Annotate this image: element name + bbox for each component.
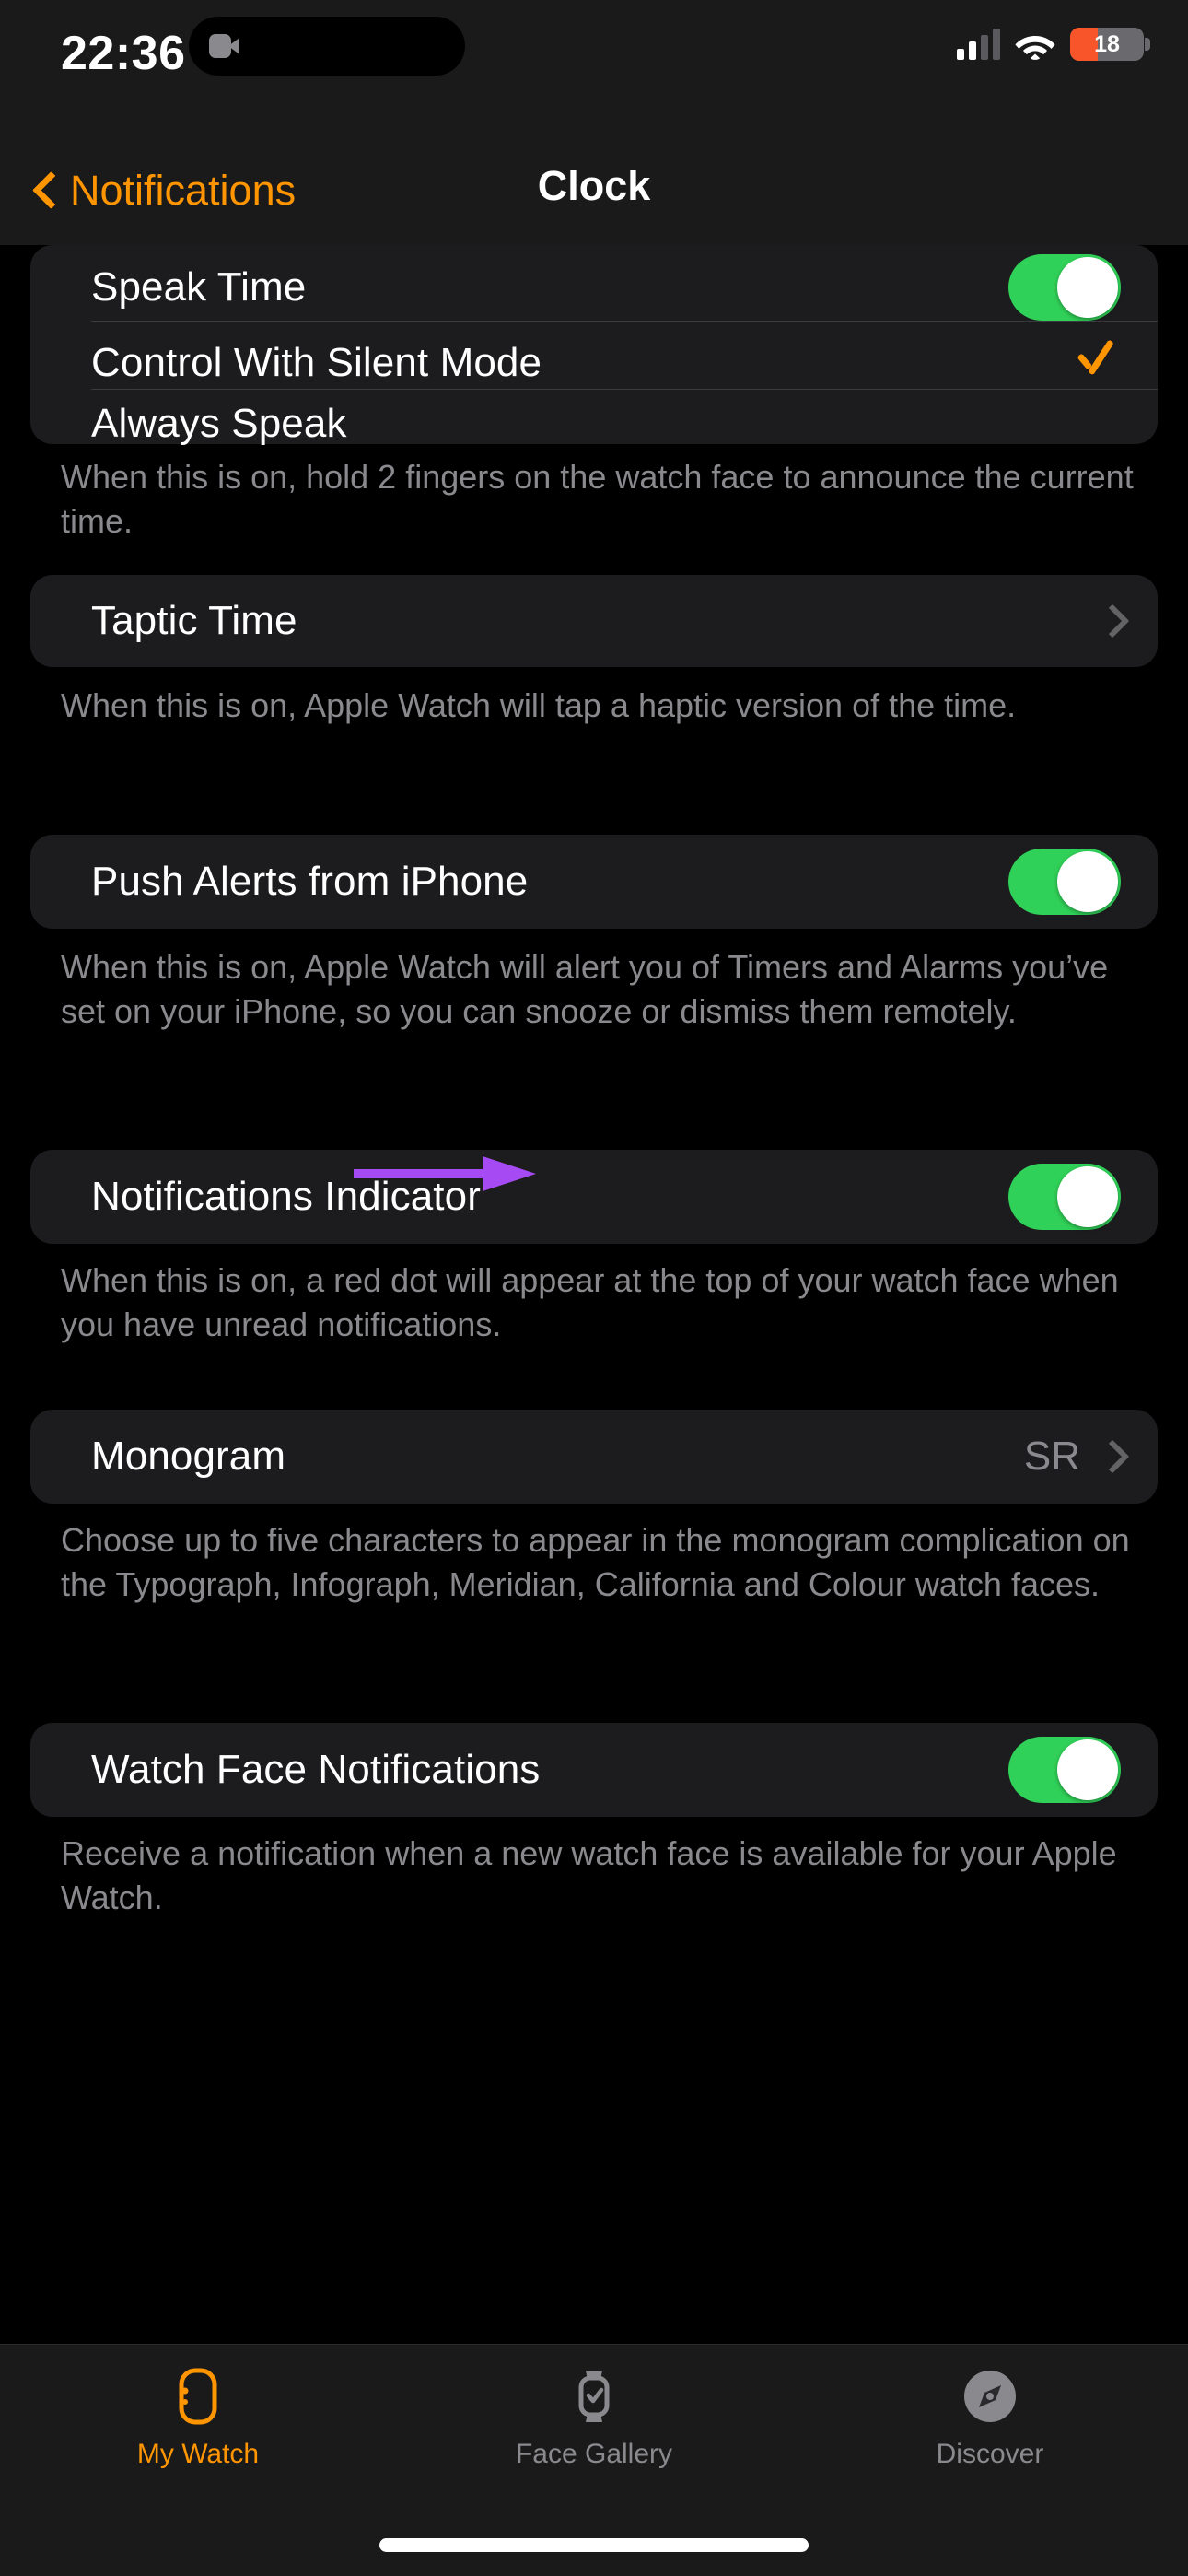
row-separator	[91, 389, 1158, 390]
video-camera-icon	[209, 34, 240, 58]
row-label: Taptic Time	[91, 598, 297, 643]
settings-card-taptic-time[interactable]: Taptic Time	[30, 575, 1158, 667]
settings-card-speak-time: Speak Time Control With Silent Mode Alwa…	[30, 245, 1158, 446]
navigation-bar: Notifications Clock	[0, 138, 1188, 245]
settings-card-notifications-indicator: Notifications Indicator	[30, 1150, 1158, 1244]
toggle-knob	[1057, 1166, 1118, 1227]
footer-notifications-indicator: When this is on, a red dot will appear a…	[61, 1261, 1119, 1343]
row-label: Always Speak	[91, 401, 347, 446]
settings-card-monogram[interactable]: Monogram SR	[30, 1410, 1158, 1504]
row-label: Control With Silent Mode	[91, 340, 542, 385]
monogram-value: SR	[1023, 1434, 1080, 1479]
tab-label: Face Gallery	[515, 2439, 673, 2469]
row-separator	[91, 321, 1158, 322]
toggle-knob	[1057, 257, 1118, 318]
status-bar: 22:36 18	[0, 0, 1188, 138]
settings-card-watch-face-notifications: Watch Face Notifications	[30, 1723, 1158, 1817]
row-notifications-indicator[interactable]: Notifications Indicator	[30, 1150, 1158, 1244]
footer-speak-time: When this is on, hold 2 fingers on the w…	[61, 458, 1134, 540]
cellular-bars-icon	[957, 29, 1000, 60]
speak-time-toggle[interactable]	[1008, 254, 1121, 321]
checkmark-icon	[1078, 337, 1121, 389]
row-taptic-time[interactable]: Taptic Time	[30, 575, 1158, 667]
watch-face-notifications-toggle[interactable]	[1008, 1737, 1121, 1803]
wifi-icon	[1015, 29, 1055, 60]
tab-bar: My Watch Face Gallery Discover	[0, 2344, 1188, 2576]
chevron-right-icon	[1101, 1439, 1121, 1474]
watch-face-icon	[565, 2367, 623, 2426]
row-label: Push Alerts from iPhone	[91, 859, 529, 904]
status-bar-indicators: 18	[957, 28, 1150, 61]
row-control-with-silent-mode[interactable]: Control With Silent Mode	[30, 330, 1158, 396]
battery-low-icon: 18	[1070, 28, 1150, 61]
row-watch-face-notifications[interactable]: Watch Face Notifications	[30, 1723, 1158, 1817]
row-push-alerts-from-iphone[interactable]: Push Alerts from iPhone	[30, 835, 1158, 929]
apple-watch-icon	[169, 2367, 227, 2426]
iphone-screen: 22:36 18 Notifications Clock Speak Time …	[0, 0, 1188, 2576]
home-indicator[interactable]	[379, 2538, 809, 2552]
settings-card-push-alerts: Push Alerts from iPhone	[30, 835, 1158, 929]
compass-icon	[961, 2367, 1019, 2426]
row-label: Notifications Indicator	[91, 1174, 481, 1219]
footer-taptic-time: When this is on, Apple Watch will tap a …	[61, 686, 1017, 724]
row-always-speak[interactable]: Always Speak	[30, 396, 1158, 451]
tab-discover[interactable]: Discover	[792, 2367, 1188, 2470]
toggle-knob	[1057, 1739, 1118, 1800]
notifications-indicator-toggle[interactable]	[1008, 1164, 1121, 1230]
toggle-knob	[1057, 851, 1118, 912]
footer-watch-face-notifications: Receive a notification when a new watch …	[61, 1834, 1117, 1916]
footer-monogram: Choose up to five characters to appear i…	[61, 1521, 1130, 1603]
push-alerts-toggle[interactable]	[1008, 849, 1121, 915]
row-label: Monogram	[91, 1434, 286, 1479]
row-label: Speak Time	[91, 264, 307, 310]
tab-label: My Watch	[136, 2439, 260, 2469]
tab-label: Discover	[936, 2439, 1044, 2469]
row-label: Watch Face Notifications	[91, 1747, 541, 1792]
row-speak-time[interactable]: Speak Time	[30, 254, 1158, 321]
row-accessory: SR	[1024, 1434, 1121, 1480]
settings-scroll-view[interactable]: Speak Time Control With Silent Mode Alwa…	[0, 245, 1188, 2344]
chevron-right-icon	[1101, 603, 1121, 638]
page-title: Clock	[537, 162, 651, 209]
dynamic-island	[189, 17, 465, 76]
battery-percent-label: 18	[1094, 30, 1120, 57]
tab-face-gallery[interactable]: Face Gallery	[396, 2367, 792, 2470]
row-monogram[interactable]: Monogram SR	[30, 1410, 1158, 1504]
footer-push-alerts: When this is on, Apple Watch will alert …	[61, 948, 1109, 1030]
tab-my-watch[interactable]: My Watch	[0, 2367, 396, 2470]
